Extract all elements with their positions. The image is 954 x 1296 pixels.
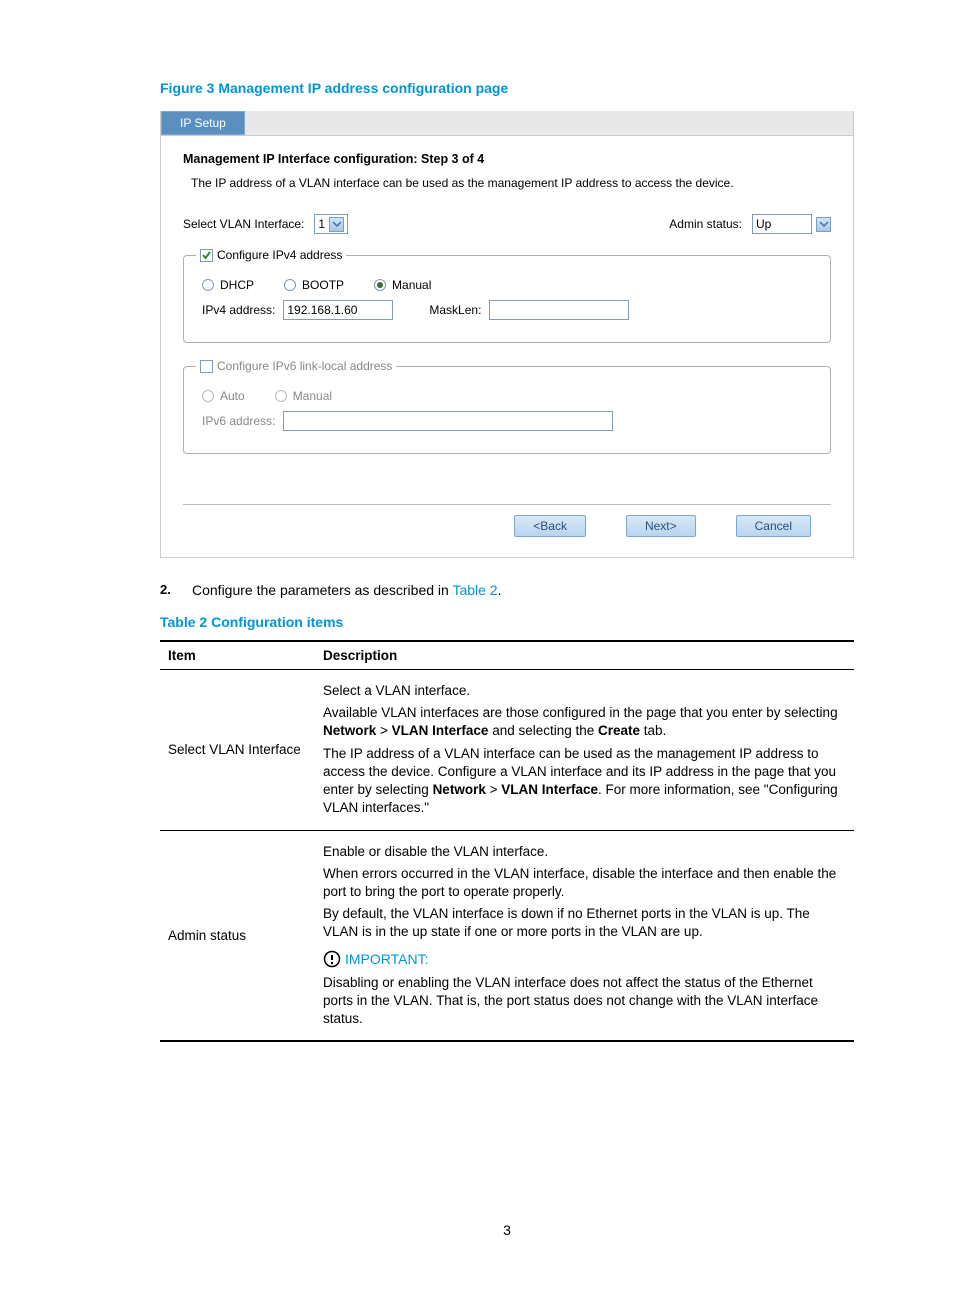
ipv6-fieldset: Configure IPv6 link-local address Auto M… [183, 359, 831, 454]
instruction-number: 2. [160, 582, 178, 598]
table-link[interactable]: Table 2 [452, 582, 497, 598]
row1-p2d: VLAN Interface [392, 723, 489, 738]
ipv6-addr-input [283, 411, 613, 431]
row1-p3c: > [486, 782, 501, 797]
bootp-label: BOOTP [302, 278, 344, 292]
ipv4-checkbox[interactable] [200, 249, 213, 262]
config-table: Item Description Select VLAN Interface S… [160, 640, 854, 1042]
th-item: Item [160, 641, 315, 670]
chevron-down-icon[interactable] [329, 217, 344, 232]
ipv4-fieldset: Configure IPv4 address DHCP BOOTP Manual… [183, 248, 831, 343]
vlan-select[interactable]: 1 [314, 214, 348, 234]
ipv6-checkbox[interactable] [200, 360, 213, 373]
row2-p1: Enable or disable the VLAN interface. [323, 843, 846, 861]
instruction-post: . [498, 582, 502, 598]
row1-p2a: Available VLAN interfaces are those conf… [323, 705, 838, 720]
row2-p2: When errors occurred in the VLAN interfa… [323, 865, 846, 901]
manual-label: Manual [392, 278, 431, 292]
step-header: Management IP Interface configuration: S… [183, 152, 831, 166]
admin-label: Admin status: [669, 217, 742, 231]
row1-p2b: Network [323, 723, 376, 738]
bootp-radio[interactable] [284, 279, 296, 291]
vlan-label: Select VLAN Interface: [183, 217, 304, 231]
ipv4-addr-input[interactable] [283, 300, 393, 320]
next-button[interactable]: Next> [626, 515, 696, 537]
tab-ip-setup[interactable]: IP Setup [161, 111, 245, 135]
figure-title: Figure 3 Management IP address configura… [160, 80, 854, 96]
masklen-input[interactable] [489, 300, 629, 320]
row2-item: Admin status [160, 830, 315, 1041]
chevron-down-icon[interactable] [816, 217, 831, 232]
row1-p2c: > [376, 723, 391, 738]
important-label: IMPORTANT: [323, 950, 846, 968]
admin-value: Up [756, 217, 771, 231]
row1-p3d: VLAN Interface [501, 782, 598, 797]
info-text: The IP address of a VLAN interface can b… [191, 176, 831, 190]
ipv6-legend: Configure IPv6 link-local address [217, 359, 392, 373]
vlan-admin-row: Select VLAN Interface: 1 Admin status: U… [183, 214, 831, 234]
th-desc: Description [315, 641, 854, 670]
back-button[interactable]: <Back [514, 515, 586, 537]
instruction-item: 2. Configure the parameters as described… [160, 582, 854, 598]
manual-radio[interactable] [374, 279, 386, 291]
table-row: Admin status Enable or disable the VLAN … [160, 830, 854, 1041]
row1-p1: Select a VLAN interface. [323, 682, 846, 700]
row1-p2e: and selecting the [488, 723, 598, 738]
auto-label: Auto [220, 389, 245, 403]
dhcp-radio[interactable] [202, 279, 214, 291]
dhcp-label: DHCP [220, 278, 254, 292]
table-title: Table 2 Configuration items [160, 614, 854, 630]
ipv6-manual-label: Manual [293, 389, 332, 403]
masklen-label: MaskLen: [429, 303, 481, 317]
row1-p2g: tab. [640, 723, 666, 738]
config-panel: IP Setup Management IP Interface configu… [160, 111, 854, 558]
row1-p3b: Network [433, 782, 486, 797]
ipv6-manual-radio [275, 390, 287, 402]
tab-bar: IP Setup [161, 111, 853, 136]
row2-p4: Disabling or enabling the VLAN interface… [323, 974, 846, 1029]
alert-icon [323, 950, 341, 968]
important-text: IMPORTANT: [345, 951, 429, 967]
ipv4-addr-label: IPv4 address: [202, 303, 275, 317]
admin-select[interactable]: Up [752, 214, 812, 234]
vlan-value: 1 [318, 217, 325, 231]
row1-item: Select VLAN Interface [160, 670, 315, 831]
auto-radio [202, 390, 214, 402]
cancel-button[interactable]: Cancel [736, 515, 811, 537]
instruction-pre: Configure the parameters as described in [192, 582, 452, 598]
row1-p2f: Create [598, 723, 640, 738]
row2-p3: By default, the VLAN interface is down i… [323, 905, 846, 941]
ipv6-addr-label: IPv6 address: [202, 414, 275, 428]
table-row: Select VLAN Interface Select a VLAN inte… [160, 670, 854, 831]
page-number: 3 [160, 1222, 854, 1238]
ipv4-legend: Configure IPv4 address [217, 248, 342, 262]
